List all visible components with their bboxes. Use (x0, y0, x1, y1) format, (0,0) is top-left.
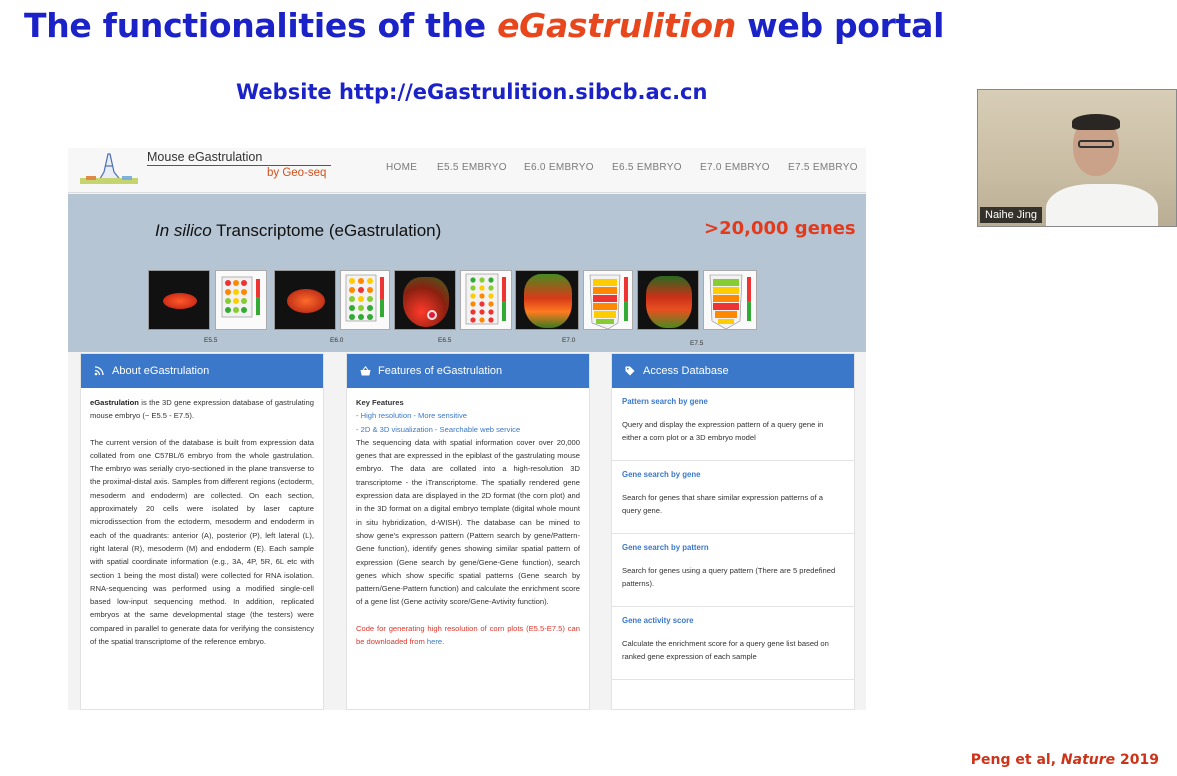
code-download-link[interactable]: here (427, 637, 442, 646)
feature-bullet-2: - 2D & 3D visualization - Searchable web… (356, 424, 521, 434)
access-item-gene-activity-score[interactable]: Gene activity score Calculate the enrich… (612, 607, 854, 680)
site-logo-sub: by Geo-seq (267, 167, 327, 179)
about-description: The current version of the database is b… (90, 437, 314, 647)
about-bold-name: eGastrulation (90, 398, 139, 407)
about-panel: About eGastrulation eGastrulation is the… (80, 353, 324, 710)
nav-e70-embryo[interactable]: E7.0 EMBRYO (700, 162, 770, 173)
hero-text-italic: In silico (155, 221, 212, 240)
corn-plot-e65[interactable] (460, 270, 512, 330)
nav-home[interactable]: HOME (386, 162, 417, 173)
stage-label-e65: E6.5 (438, 337, 452, 344)
code-download-text: Code for generating high resolution of c… (356, 623, 580, 647)
nav-e60-embryo[interactable]: E6.0 EMBRYO (524, 162, 594, 173)
stage-label-e60: E6.0 (330, 337, 344, 344)
rss-icon (90, 366, 108, 376)
person-hair (1072, 114, 1120, 130)
citation-year: 2019 (1115, 752, 1159, 768)
access-item-gene-by-gene[interactable]: Gene search by gene Search for genes tha… (612, 461, 854, 534)
stage-label-e75: E7.5 (690, 340, 704, 347)
access-item-title[interactable]: Gene search by gene (622, 470, 844, 479)
access-heading: Access Database (643, 365, 729, 377)
about-intro: eGastrulation is the 3D gene expression … (90, 396, 314, 423)
features-panel: Features of eGastrulation Key Features -… (346, 353, 590, 710)
access-item-pattern-by-gene[interactable]: Pattern search by gene Query and display… (612, 388, 854, 461)
features-panel-header: Features of eGastrulation (347, 354, 589, 388)
embryo-3d-image-e65[interactable] (394, 270, 456, 330)
access-item-desc: Search for genes that share similar expr… (622, 493, 823, 516)
about-body: eGastrulation is the 3D gene expression … (81, 388, 323, 656)
features-heading: Features of eGastrulation (378, 365, 503, 377)
website-screenshot: Mouse eGastrulation by Geo-seq HOME E5.5… (68, 148, 866, 710)
nav-e75-embryo[interactable]: E7.5 EMBRYO (788, 162, 858, 173)
about-panel-header: About eGastrulation (81, 354, 323, 388)
citation-journal: Nature (1060, 752, 1116, 768)
hero-gene-count: >20,000 genes (704, 218, 856, 239)
embryo-3d-image-e70[interactable] (515, 270, 579, 330)
access-panel-header: Access Database (612, 354, 854, 388)
shopping-basket-icon (356, 366, 374, 376)
access-panel: Access Database Pattern search by gene Q… (611, 353, 855, 710)
logo-underline (147, 165, 331, 166)
site-logo-title: Mouse eGastrulation (147, 150, 263, 164)
features-body: Key Features - High resolution - More se… (347, 388, 589, 656)
stage-label-e55: E5.5 (204, 337, 218, 344)
embryo-3d-image-e75[interactable] (637, 270, 699, 330)
access-item-desc: Search for genes using a query pattern (… (622, 566, 836, 589)
nav-e55-embryo[interactable]: E5.5 EMBRYO (437, 162, 507, 173)
site-header: Mouse eGastrulation by Geo-seq HOME E5.5… (68, 148, 866, 193)
hero-banner: In silico Transcriptome (eGastrulation) … (68, 194, 866, 352)
hero-text: In silico Transcriptome (eGastrulation) (155, 221, 441, 241)
citation-authors: Peng et al, (970, 752, 1061, 768)
nav-e65-embryo[interactable]: E6.5 EMBRYO (612, 162, 682, 173)
access-item-title[interactable]: Gene search by pattern (622, 543, 844, 552)
embryo-3d-image-e55[interactable] (148, 270, 210, 330)
participant-name-tag: Naihe Jing (980, 207, 1042, 223)
about-heading: About eGastrulation (112, 365, 210, 377)
tag-icon (621, 366, 639, 376)
slide-title: The functionalities of the eGastrulition… (24, 6, 944, 45)
title-after: web portal (735, 6, 945, 45)
access-item-desc: Query and display the expression pattern… (622, 420, 824, 443)
features-description: The sequencing data with spatial informa… (356, 437, 580, 607)
embryo-3d-image-e60[interactable] (274, 270, 336, 330)
person-glasses (1078, 140, 1114, 148)
code-download-note: Code for generating high resolution of c… (356, 622, 580, 649)
stage-label-e70: E7.0 (562, 337, 576, 344)
access-item-gene-by-pattern[interactable]: Gene search by pattern Search for genes … (612, 534, 854, 607)
corn-plot-e60[interactable] (340, 270, 390, 330)
code-download-end: . (442, 637, 445, 647)
webcam-video: Naihe Jing (977, 89, 1177, 227)
hero-text-rest: Transcriptome (eGastrulation) (211, 221, 442, 240)
access-item-title[interactable]: Pattern search by gene (622, 397, 844, 406)
feature-bullet-1: - High resolution - More sensitive (356, 411, 467, 421)
person-shirt (1046, 184, 1158, 226)
access-item-desc: Calculate the enrichment score for a que… (622, 639, 829, 662)
embryo-logo-icon (80, 153, 138, 184)
corn-plot-e75[interactable] (703, 270, 757, 330)
access-item-title[interactable]: Gene activity score (622, 616, 844, 625)
citation: Peng et al, Nature 2019 (971, 752, 1159, 768)
corn-plot-e55[interactable] (215, 270, 267, 330)
corn-plot-e70[interactable] (583, 270, 633, 330)
website-url: Website http://eGastrulition.sibcb.ac.cn (236, 80, 708, 104)
title-before: The functionalities of the (24, 6, 498, 45)
title-highlight: eGastrulition (497, 6, 736, 45)
key-features-title: Key Features (356, 398, 404, 407)
